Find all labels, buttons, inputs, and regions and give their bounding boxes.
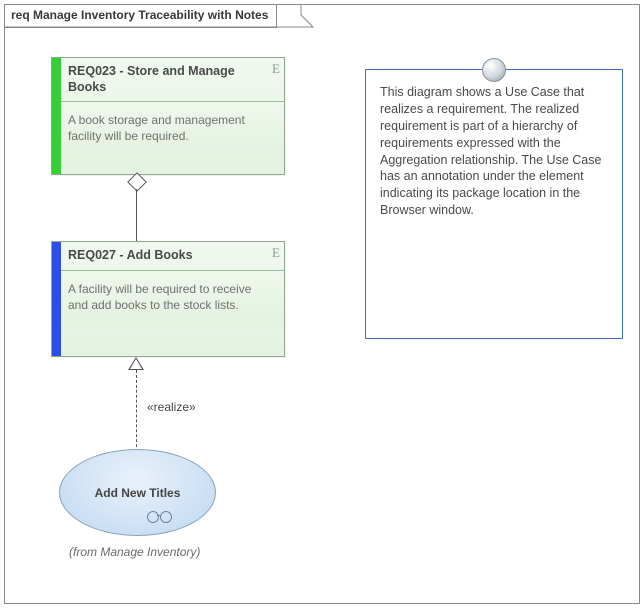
aggregation-diamond-icon: [127, 172, 147, 192]
requirement-stripe: [52, 242, 61, 356]
diagram-title-text: req Manage Inventory Traceability with N…: [11, 8, 268, 22]
note-text: This diagram shows a Use Case that reali…: [380, 85, 601, 217]
aggregation-connector[interactable]: [136, 189, 137, 241]
realize-stereotype-label: «realize»: [147, 400, 196, 414]
usecase-package-label: (from Manage Inventory): [69, 545, 200, 559]
requirement-title: REQ023 - Store and Manage Books: [52, 58, 284, 102]
diagram-title-tab: req Manage Inventory Traceability with N…: [4, 4, 277, 28]
realization-connector[interactable]: [136, 370, 137, 452]
requirement-body: A facility will be required to receive a…: [52, 271, 284, 327]
usecase-link-icon: [147, 511, 173, 521]
requirement-body: A book storage and management facility w…: [52, 102, 284, 158]
requirement-req023[interactable]: E REQ023 - Store and Manage Books A book…: [51, 57, 285, 175]
note-pin-icon: [482, 58, 506, 82]
element-marker-icon: E: [272, 61, 280, 77]
usecase-name: Add New Titles: [95, 486, 181, 500]
diagram-frame: req Manage Inventory Traceability with N…: [4, 4, 640, 604]
usecase-add-new-titles[interactable]: Add New Titles: [59, 449, 216, 536]
element-marker-icon: E: [272, 245, 280, 261]
requirement-req027[interactable]: E REQ027 - Add Books A facility will be …: [51, 241, 285, 357]
diagram-note[interactable]: This diagram shows a Use Case that reali…: [365, 69, 623, 339]
requirement-title: REQ027 - Add Books: [52, 242, 284, 271]
requirement-stripe: [52, 58, 61, 174]
realization-arrowhead-icon: [128, 357, 144, 370]
